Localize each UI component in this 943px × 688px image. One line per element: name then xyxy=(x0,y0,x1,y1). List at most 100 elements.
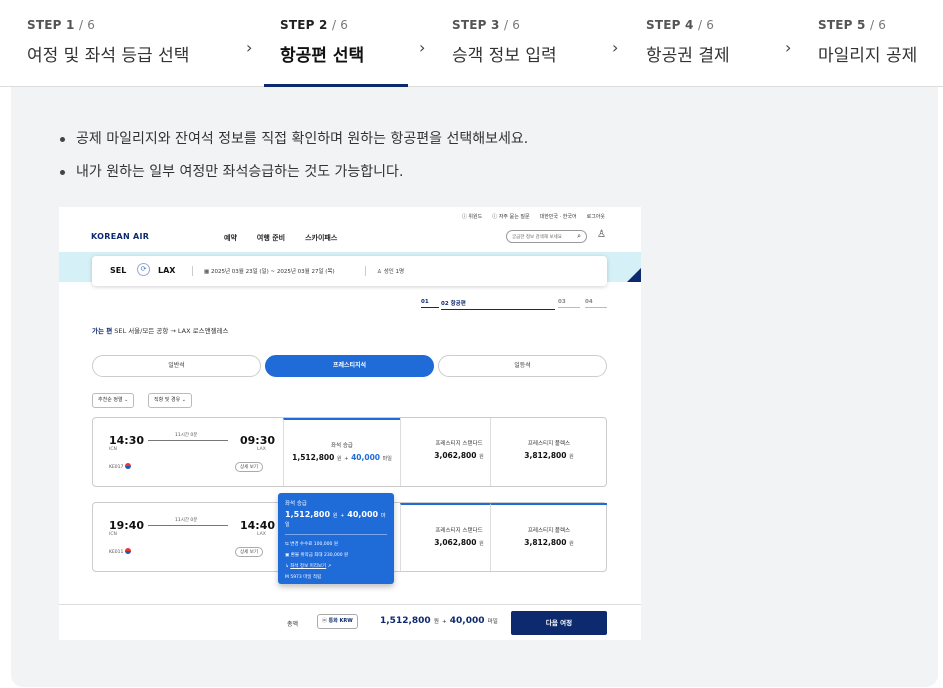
tooltip-row: ⇆ 변경 수수료 100,000 원 xyxy=(285,539,387,550)
arrival-time: 09:30 xyxy=(240,434,276,447)
total-amount: 1,512,800 원 + 40,000 마일 xyxy=(380,616,498,626)
fare-price: 1,512,800 원 + 40,000 마일 xyxy=(284,453,400,462)
route-text: SEL 서울/모든 공항 → LAX 로스앤젤레스 xyxy=(114,327,229,335)
next-journey-button[interactable]: 다음 여정 xyxy=(511,611,607,635)
currency-selector[interactable]: ⓦ 통화 KRW xyxy=(317,614,358,629)
flight-card[interactable]: 14:30 09:30 ICN LAX 11시간 0분 KE017 상세 보기 … xyxy=(92,417,607,487)
travel-dates: ▦ 2025년 03월 23일 (일) ~ 2025년 03월 27일 (목) xyxy=(204,269,335,275)
flight-duration: 11시간 0분 xyxy=(175,433,198,438)
tooltip-won: 1,512,800 xyxy=(285,510,331,519)
tooltip-price: 1,512,800 원 + 40,000 마일 xyxy=(285,510,387,528)
fare-title: 프레스티지 플렉스 xyxy=(527,441,571,447)
mile-unit: 마일 xyxy=(487,619,498,625)
step-2-total: / 6 xyxy=(331,18,349,32)
util-logout[interactable]: 로그아웃 xyxy=(587,213,605,220)
cabin-tab-prestige[interactable]: 프레스티지석 xyxy=(265,355,434,377)
route-title: 가는 편 SEL 서울/모든 공항 → LAX 로스앤젤레스 xyxy=(92,325,229,335)
currency-text: 통화 KRW xyxy=(328,618,353,624)
total-label: 총액 xyxy=(287,621,299,628)
tooltip-row: M 5973 마일 적립 xyxy=(285,572,387,583)
fare-upgrade[interactable]: 좌석 승급 1,512,800 원 + 40,000 마일 xyxy=(283,418,400,486)
arrival-airport: LAX xyxy=(257,532,266,537)
flight-number-text: KE011 xyxy=(109,550,124,555)
mileage-earn: 5973 마일 적립 xyxy=(290,575,322,580)
fare-price: 3,812,800 원 xyxy=(491,538,607,547)
gnb-item[interactable]: 여행 준비 xyxy=(257,233,285,243)
currency-icon: ⓦ xyxy=(322,618,328,624)
tooltip-mile: 40,000 xyxy=(347,510,379,519)
corner-decoration xyxy=(627,268,641,282)
util-link[interactable]: ⓘ 위원드 xyxy=(462,213,482,220)
korean-air-logo[interactable]: KOREAN AIR xyxy=(91,232,149,241)
detail-button[interactable]: 상세 보기 xyxy=(235,547,263,557)
search-input[interactable]: 궁금한 정보 검색해 보세요 ⌕ xyxy=(506,230,587,243)
global-nav: 예약 여행 준비 스카이패스 xyxy=(224,233,337,243)
flight-number-text: KE017 xyxy=(109,465,124,470)
mini-step-3: 03 xyxy=(558,299,580,308)
destination-code: LAX xyxy=(158,266,176,275)
util-language[interactable]: 대한민국 · 한국어 xyxy=(540,213,577,220)
airline-flag-icon xyxy=(125,548,132,554)
fare-won: 1,512,800 xyxy=(292,453,335,462)
departure-time: 19:40 xyxy=(109,519,145,532)
passenger-count-text: 성인 1명 xyxy=(383,269,405,275)
gnb-item[interactable]: 스카이패스 xyxy=(305,233,337,243)
fare-won: 3,062,800 xyxy=(434,538,477,547)
stops-dropdown[interactable]: 직항 및 경유 ⌄ xyxy=(148,393,192,408)
tooltip-row[interactable]: ↳ 좌석 정보 미리보기 ↗ xyxy=(285,561,387,572)
fare-won: 3,812,800 xyxy=(524,451,567,460)
step-4-number: STEP 4 xyxy=(646,18,694,32)
mile-unit: 마일 xyxy=(382,456,392,462)
util-link[interactable]: ⓘ 자주 묻는 질문 xyxy=(492,213,529,220)
flight-number: KE011 xyxy=(109,548,132,555)
step-1-total: / 6 xyxy=(78,18,96,32)
fare-prestige-flex[interactable]: 프레스티지 플렉스 3,812,800 원 xyxy=(490,503,607,571)
cabin-tab-economy[interactable]: 일반석 xyxy=(92,355,261,377)
tooltip-divider xyxy=(285,534,387,535)
seat-preview-link[interactable]: 좌석 정보 미리보기 xyxy=(290,564,326,569)
won-unit: 원 xyxy=(337,456,342,462)
route-summary[interactable]: SEL ⟳ LAX ▦ 2025년 03월 23일 (일) ~ 2025년 03… xyxy=(92,256,607,286)
plus-sign: + xyxy=(442,619,447,625)
total-won: 1,512,800 xyxy=(380,616,431,626)
sort-dropdown[interactable]: 추천순 정렬 ⌄ xyxy=(92,393,135,408)
external-link-icon: ↗ xyxy=(327,564,332,569)
total-mile: 40,000 xyxy=(449,616,485,626)
mini-step-4: 04 xyxy=(585,299,607,308)
fare-title: 프레스티지 플렉스 xyxy=(527,528,571,534)
cabin-tab-first[interactable]: 일등석 xyxy=(438,355,607,377)
plus-sign: + xyxy=(344,456,349,462)
gnb-item[interactable]: 예약 xyxy=(224,233,237,243)
user-icon[interactable]: ♙ xyxy=(597,229,606,240)
passenger-count: ♙ 성인 1명 xyxy=(377,269,405,275)
search-icon: ⌕ xyxy=(577,232,581,240)
step-1-number: STEP 1 xyxy=(27,18,75,32)
fare-prestige-flex[interactable]: 프레스티지 플렉스 3,812,800 원 xyxy=(490,418,607,486)
won-unit: 원 xyxy=(332,513,338,519)
utility-nav: ⓘ 위원드 ⓘ 자주 묻는 질문 대한민국 · 한국어 로그아웃 xyxy=(462,213,605,220)
mini-step-1: 01 xyxy=(421,299,439,308)
step-3-total: / 6 xyxy=(503,18,521,32)
bullet-item: 공제 마일리지와 잔여석 정보를 직접 확인하며 원하는 항공편을 선택해보세요… xyxy=(60,128,528,161)
chevron-right-icon: › xyxy=(612,38,619,57)
won-unit: 원 xyxy=(433,619,439,625)
divider xyxy=(192,266,193,276)
flight-duration: 11시간 0분 xyxy=(175,518,198,523)
tooltip-title: 좌석 승급 xyxy=(285,501,307,507)
guide-bullets: 공제 마일리지와 잔여석 정보를 직접 확인하며 원하는 항공편을 선택해보세요… xyxy=(60,128,528,194)
summary-bar: 총액 ⓦ 통화 KRW 1,512,800 원 + 40,000 마일 다음 여… xyxy=(59,604,641,640)
mini-step-2: 02 항공편 xyxy=(441,299,555,310)
refund-icon: ▣ xyxy=(285,553,290,558)
won-unit: 원 xyxy=(569,541,574,547)
step-5-total: / 6 xyxy=(869,18,887,32)
fare-won: 3,812,800 xyxy=(524,538,567,547)
detail-button[interactable]: 상세 보기 xyxy=(235,462,263,472)
upgrade-tooltip[interactable]: 좌석 승급 1,512,800 원 + 40,000 마일 ⇆ 변경 수수료 1… xyxy=(278,493,394,584)
fare-title: 좌석 승급 xyxy=(331,443,353,449)
departure-airport: ICN xyxy=(109,447,117,452)
flight-path-line xyxy=(148,525,228,526)
flight-path-line xyxy=(148,440,228,441)
fare-won: 3,062,800 xyxy=(434,451,477,460)
won-unit: 원 xyxy=(479,454,484,460)
airline-flag-icon xyxy=(125,463,132,469)
